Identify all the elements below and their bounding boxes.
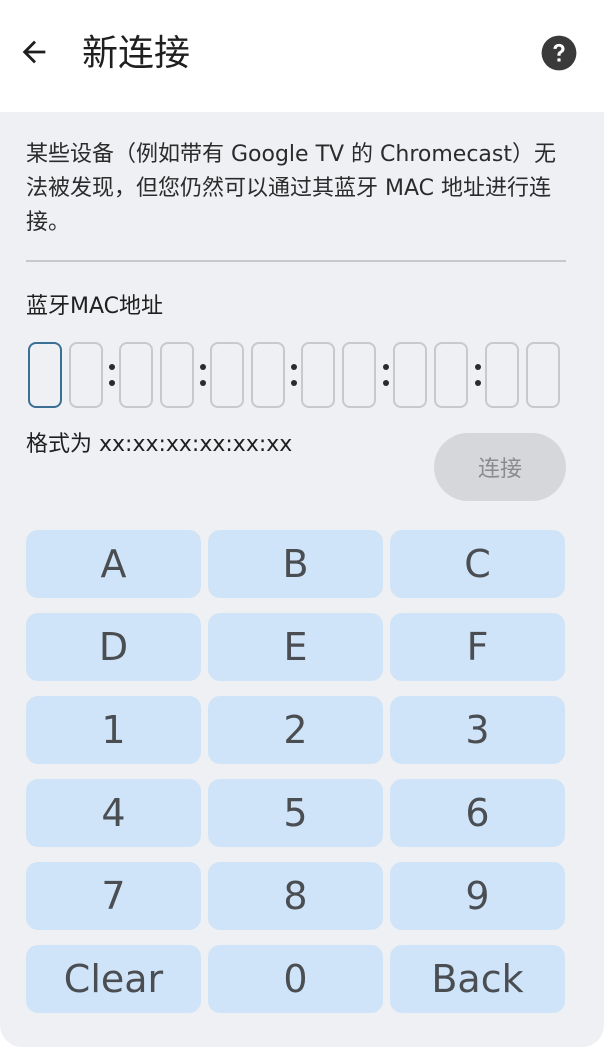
clear-button[interactable]: Clear: [26, 945, 201, 1013]
mac-digit-input[interactable]: [210, 342, 244, 408]
mac-digit-input[interactable]: [342, 342, 376, 408]
key-2[interactable]: 2: [208, 696, 383, 764]
colon-separator: [383, 358, 389, 392]
description-text: 某些设备（例如带有 Google TV 的 Chromecast）无法被发现，但…: [26, 142, 556, 235]
colon-separator: [475, 358, 481, 392]
mac-digit-input[interactable]: [251, 342, 285, 408]
key-5[interactable]: 5: [208, 779, 383, 847]
colon-separator: [200, 358, 206, 392]
mac-digit-input[interactable]: [485, 342, 519, 408]
connect-button[interactable]: 连接: [434, 433, 566, 501]
key-4[interactable]: 4: [26, 779, 201, 847]
key-8[interactable]: 8: [208, 862, 383, 930]
backspace-button[interactable]: Back: [390, 945, 565, 1013]
key-3[interactable]: 3: [390, 696, 565, 764]
back-button[interactable]: [12, 30, 56, 74]
mac-digit-input[interactable]: [160, 342, 194, 408]
mac-digit-input[interactable]: [434, 342, 468, 408]
mac-address-label: 蓝牙MAC地址: [26, 294, 164, 319]
key-9[interactable]: 9: [390, 862, 565, 930]
mac-digit-input[interactable]: [526, 342, 560, 408]
mac-digit-input[interactable]: [119, 342, 153, 408]
mac-digit-input[interactable]: [393, 342, 427, 408]
key-a[interactable]: A: [26, 530, 201, 598]
key-c[interactable]: C: [390, 530, 565, 598]
mac-address-input-group: [28, 342, 566, 410]
app-bar: 新连接: [0, 0, 604, 112]
key-b[interactable]: B: [208, 530, 383, 598]
mac-digit-input[interactable]: [301, 342, 335, 408]
key-d[interactable]: D: [26, 613, 201, 681]
colon-separator: [291, 358, 297, 392]
format-hint: 格式为 xx:xx:xx:xx:xx:xx: [26, 432, 293, 457]
colon-separator: [109, 358, 115, 392]
help-circle-icon: [541, 35, 577, 71]
key-7[interactable]: 7: [26, 862, 201, 930]
key-f[interactable]: F: [390, 613, 565, 681]
key-0[interactable]: 0: [208, 945, 383, 1013]
mac-digit-input[interactable]: [28, 342, 62, 408]
key-6[interactable]: 6: [390, 779, 565, 847]
connection-card: 某些设备（例如带有 Google TV 的 Chromecast）无法被发现，但…: [0, 112, 604, 1047]
divider: [26, 260, 566, 262]
arrow-left-icon: [22, 40, 46, 64]
key-e[interactable]: E: [208, 613, 383, 681]
page-title: 新连接: [82, 33, 191, 74]
help-button[interactable]: [540, 34, 578, 72]
key-1[interactable]: 1: [26, 696, 201, 764]
mac-digit-input[interactable]: [69, 342, 103, 408]
